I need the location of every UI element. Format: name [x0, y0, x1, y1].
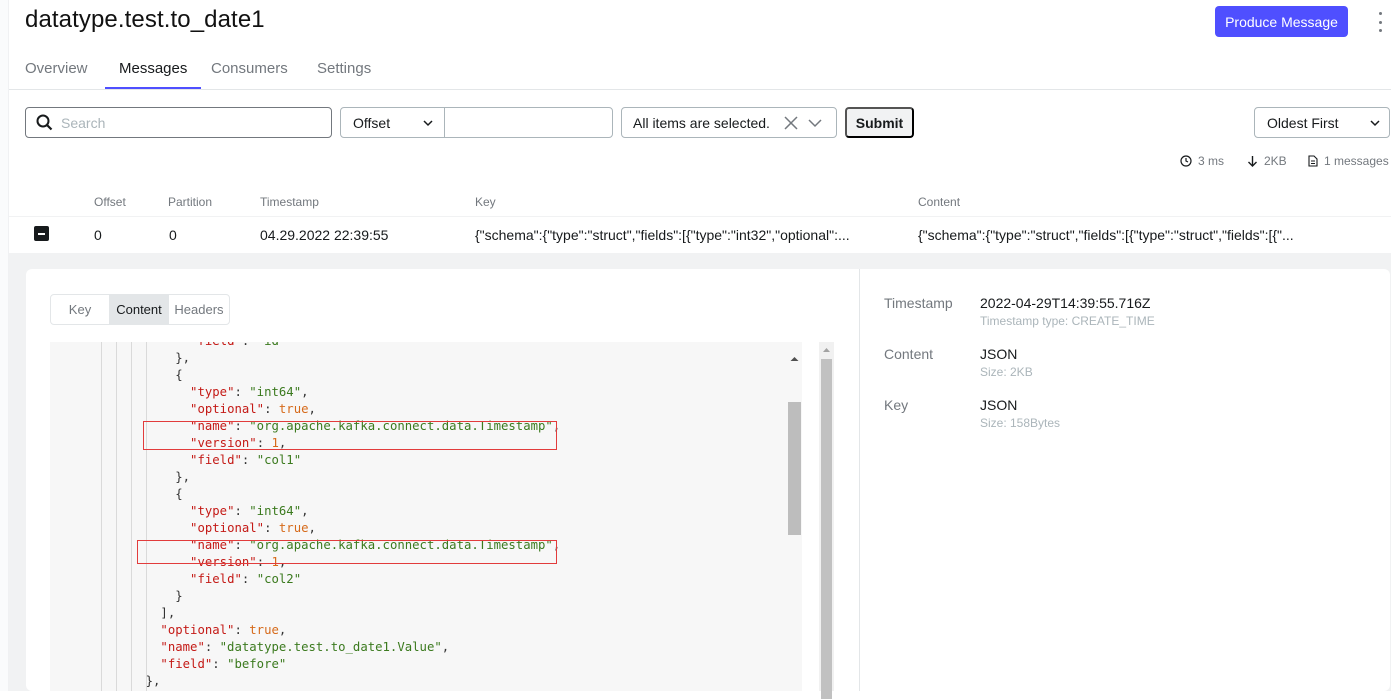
timestamp-type: Timestamp type: CREATE_TIME — [980, 314, 1155, 328]
code-line: "field": "col2" — [190, 572, 302, 586]
column-header-content: Content — [918, 195, 961, 209]
messages-count-stat: 1 messages — [1308, 154, 1389, 168]
key-label: Key — [884, 397, 909, 413]
chevron-down-icon — [1370, 120, 1380, 127]
row-content: {"schema":{"type":"struct","fields":[{"t… — [918, 227, 1294, 243]
code-line: "optional": true, — [190, 521, 316, 535]
row-offset: 0 — [94, 227, 102, 243]
column-header-key: Key — [475, 195, 496, 209]
row-partition: 0 — [169, 227, 177, 243]
content-size: Size: 2KB — [980, 365, 1033, 379]
chevron-down-icon — [808, 119, 822, 128]
highlight-box — [143, 421, 557, 450]
scrollbar-thumb[interactable] — [788, 402, 801, 535]
collapse-row-icon[interactable] — [34, 226, 49, 241]
code-line: { — [116, 368, 183, 382]
tab-headers[interactable]: Headers — [169, 295, 229, 324]
code-line: "optional": true, — [190, 402, 316, 416]
tab-messages[interactable]: Messages — [119, 60, 187, 77]
tab-overview[interactable]: Overview — [25, 60, 88, 77]
chevron-down-icon — [423, 120, 433, 127]
scrollbar-thumb[interactable] — [821, 359, 832, 699]
timestamp-label: Timestamp — [884, 295, 953, 311]
sort-order-value: Oldest First — [1267, 114, 1339, 131]
clock-icon — [1180, 155, 1192, 167]
partitions-value: All items are selected. — [633, 114, 770, 131]
column-header-partition: Partition — [168, 195, 213, 209]
partitions-select[interactable]: All items are selected. — [621, 107, 837, 138]
scroll-up-icon[interactable] — [787, 352, 802, 366]
more-options-icon[interactable] — [1376, 12, 1384, 32]
bytes-consumed-stat: 2KB — [1247, 154, 1287, 168]
scroll-up-icon[interactable] — [819, 344, 834, 356]
tab-settings[interactable]: Settings — [317, 60, 371, 77]
topic-tabs: Overview Messages Consumers Settings — [9, 50, 1391, 90]
elapsed-time-stat: 3 ms — [1180, 154, 1224, 168]
column-header-offset: Offset — [94, 195, 126, 209]
left-sidebar-edge — [0, 0, 9, 691]
seek-type-select[interactable]: Offset — [340, 107, 445, 138]
tab-content[interactable]: Content — [109, 295, 169, 324]
code-line: }, — [116, 674, 161, 688]
content-format: JSON — [980, 346, 1018, 362]
search-icon — [36, 114, 53, 131]
seek-type-value: Offset — [353, 114, 391, 131]
code-line: "name": "datatype.test.to_date1.Value", — [160, 640, 450, 654]
sort-order-select[interactable]: Oldest First — [1254, 107, 1390, 138]
code-line: { — [116, 487, 183, 501]
code-line: "field": "col1" — [190, 453, 302, 467]
offset-input[interactable] — [444, 107, 613, 138]
produce-message-button[interactable]: Produce Message — [1215, 6, 1348, 37]
code-line: } — [116, 589, 183, 603]
clear-icon[interactable] — [783, 115, 799, 131]
code-line: "field": "before" — [160, 657, 287, 671]
code-line: "type": "int64", — [190, 504, 309, 518]
tab-key[interactable]: Key — [51, 295, 109, 324]
key-format: JSON — [980, 397, 1018, 413]
code-line: "optional": true, — [160, 623, 287, 637]
page-title: datatype.test.to_date1 — [25, 6, 265, 33]
detail-divider — [859, 269, 860, 691]
indent-guide — [101, 342, 102, 691]
column-header-timestamp: Timestamp — [260, 195, 319, 209]
timestamp-value: 2022-04-29T14:39:55.716Z — [980, 295, 1151, 311]
panel-scrollbar[interactable] — [819, 342, 834, 699]
content-label: Content — [884, 346, 934, 362]
document-icon — [1308, 155, 1318, 167]
json-viewer[interactable]: "field": "id" }, { "type": "int64", "opt… — [50, 342, 802, 691]
detail-view-switch: Key Content Headers — [50, 294, 230, 325]
active-tab-indicator — [105, 87, 201, 89]
key-size: Size: 158Bytes — [980, 416, 1061, 430]
code-line: ], — [116, 606, 176, 620]
row-timestamp: 04.29.2022 22:39:55 — [260, 227, 389, 243]
arrow-down-icon — [1248, 156, 1257, 167]
code-line: "field": "id" — [116, 342, 286, 350]
tab-consumers[interactable]: Consumers — [211, 60, 288, 77]
json-viewer-scrollbar[interactable] — [787, 342, 802, 691]
code-line: }, — [116, 470, 191, 484]
row-key: {"schema":{"type":"struct","fields":[{"t… — [475, 227, 850, 243]
search-placeholder: Search — [61, 114, 106, 131]
highlight-box — [137, 540, 557, 564]
search-input[interactable]: Search — [25, 107, 332, 138]
code-line: }, — [116, 351, 191, 365]
submit-button[interactable]: Submit — [845, 107, 914, 138]
code-line: "type": "int64", — [190, 385, 309, 399]
